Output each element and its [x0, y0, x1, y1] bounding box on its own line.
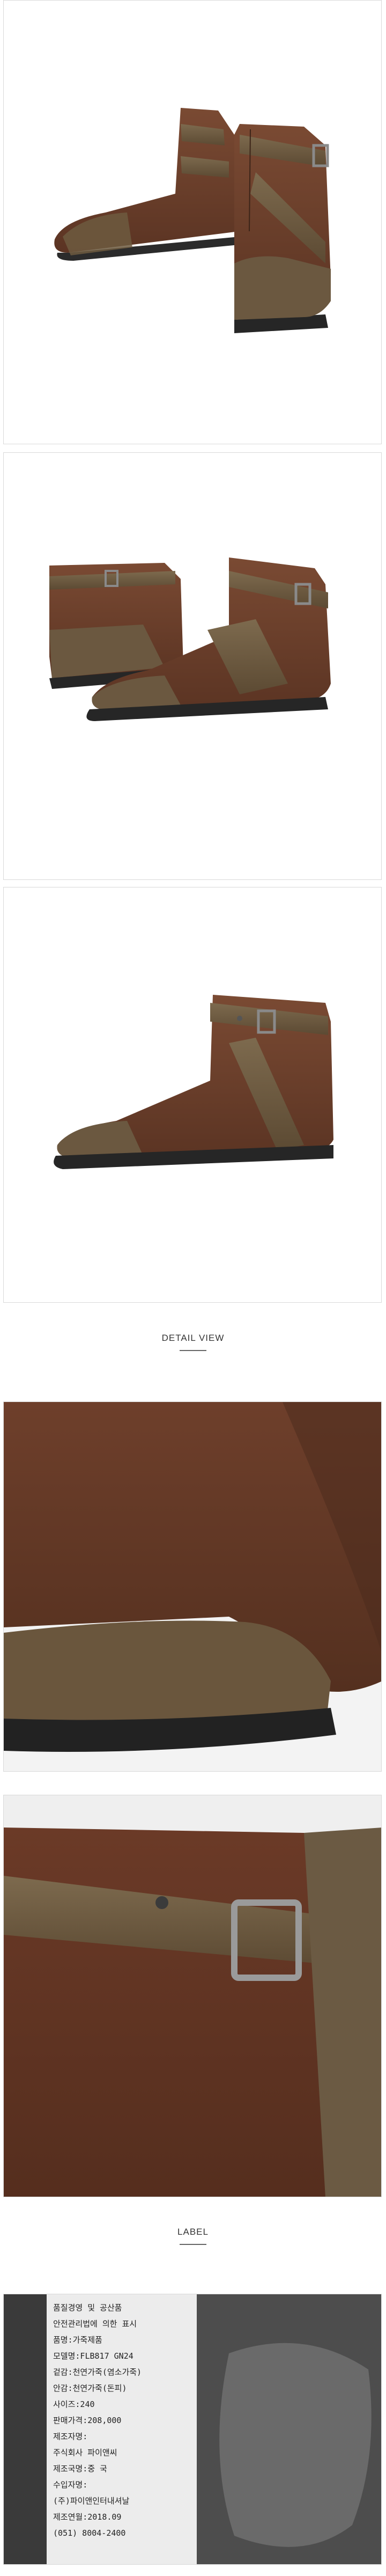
- label-tag-line: 품질경영 및 공산품: [53, 2303, 122, 2313]
- label-tag-line: 품명:가죽제품: [53, 2335, 102, 2345]
- label-tag-line: (051) 8004-2400: [53, 2528, 125, 2538]
- label-tag-line: 주식회사 파이앤씨: [53, 2448, 117, 2457]
- detail-view-divider: [180, 1350, 206, 1351]
- label-tag-line: 제조자명:: [53, 2432, 87, 2441]
- label-and-sole-image: 품질경영 및 공산품안전관리법에 의한 표시품명:가죽제품모델명:FLB817 …: [4, 2294, 381, 2564]
- label-tag-line: 안전관리법에 의한 표시: [53, 2319, 137, 2329]
- label-tag-line: 안감:천연가죽(돈피): [53, 2383, 127, 2393]
- product-photo-pair-2: [3, 452, 382, 880]
- left-sole-strip: [4, 2294, 47, 2564]
- label-tag-line: 제조국명:중 국: [53, 2464, 107, 2474]
- sole-tread: [219, 2343, 372, 2547]
- label-tag-line: 판매가격:208,000: [53, 2416, 121, 2425]
- buckle-closeup-image: [4, 1795, 381, 2197]
- label-tag-line: 제조연월:2018.09: [53, 2512, 121, 2522]
- label-heading: LABEL: [177, 2227, 209, 2237]
- label-tag-line: 수입자명:: [53, 2480, 87, 2490]
- label-photo: 품질경영 및 공산품안전관리법에 의한 표시품명:가죽제품모델명:FLB817 …: [3, 2294, 382, 2565]
- product-photo-pair-1: [3, 0, 382, 444]
- label-tag-line: 사이즈:240: [53, 2399, 95, 2409]
- boot-pair-angled-image: [49, 557, 331, 721]
- label-tag-line: 겉감:천연가죽(염소가죽): [53, 2367, 142, 2377]
- product-photo-single: [3, 887, 382, 1303]
- label-tag-line: (주)파이앤인터내셔날: [53, 2496, 129, 2506]
- toe-closeup-image: [4, 1402, 381, 1771]
- detail-view-heading: DETAIL VIEW: [161, 1333, 225, 1343]
- boot-side-image: [54, 995, 334, 1169]
- detail-photo-buckle: [3, 1795, 382, 2197]
- boot-pair-image: [54, 108, 331, 333]
- label-tag-line: 모델명:FLB817 GN24: [53, 2351, 133, 2361]
- label-divider: [180, 2244, 206, 2245]
- detail-photo-toe: [3, 1401, 382, 1772]
